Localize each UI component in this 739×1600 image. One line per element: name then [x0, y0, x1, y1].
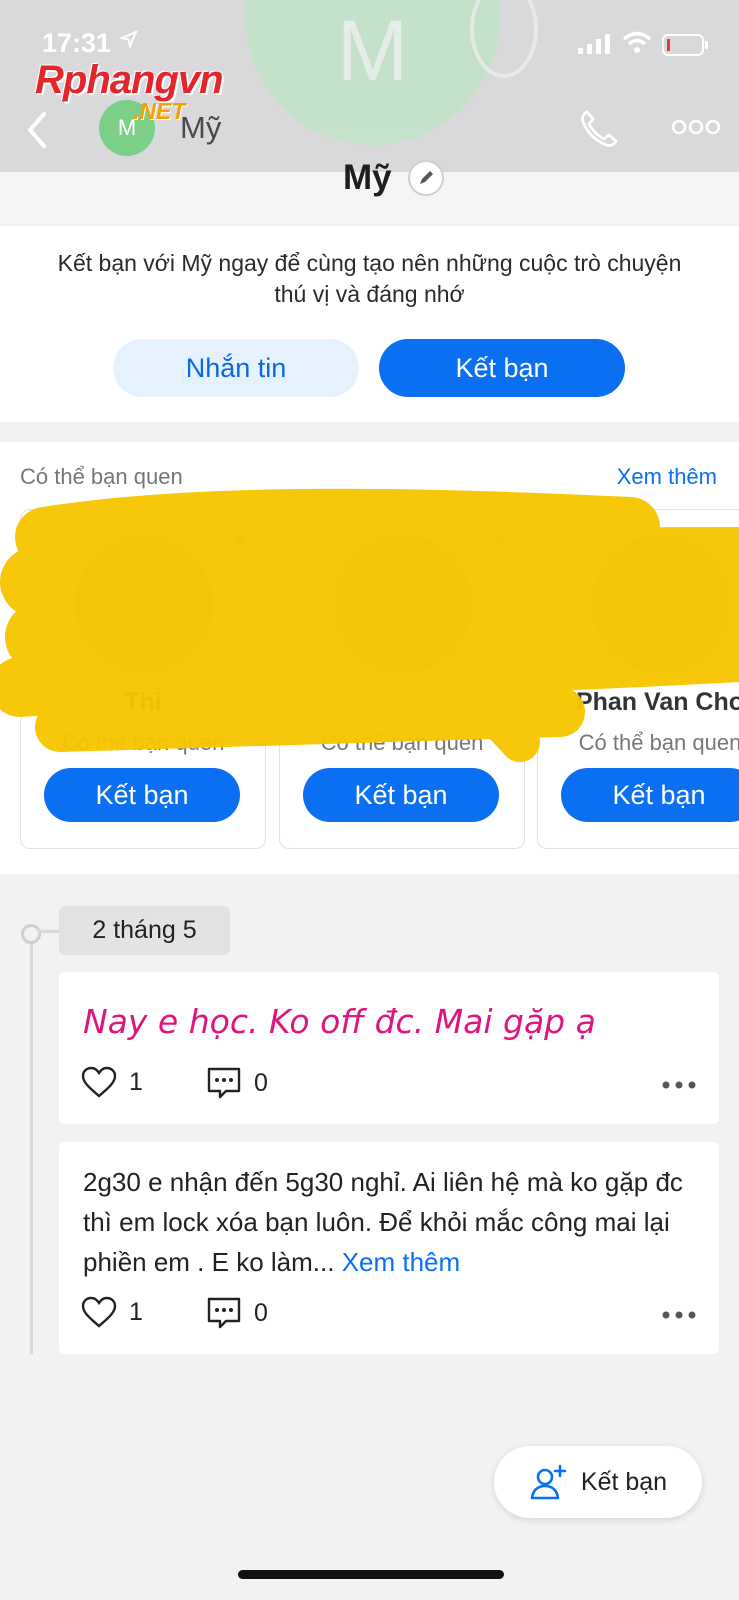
suggestion-subtitle: Có thể bạn quen [61, 730, 225, 755]
suggestion-card[interactable]: ✕ Phan Van Cho Có thể bạn quen Kết bạn [537, 509, 739, 849]
comment-icon [207, 1067, 241, 1099]
floating-add-friend-button[interactable]: Kết bạn [494, 1446, 702, 1518]
suggestions-section: Có thể bạn quen Xem thêm ✕ Thi Có thể bạ… [0, 442, 739, 874]
message-button[interactable]: Nhắn tin [113, 339, 359, 397]
like-button[interactable]: 1 [81, 1066, 143, 1098]
add-user-icon [530, 1464, 567, 1500]
location-arrow-icon [120, 30, 138, 48]
phone-icon[interactable] [578, 108, 620, 150]
watermark-logo-net: .NET [133, 98, 186, 124]
like-count: 1 [129, 1297, 143, 1326]
suggestions-title: Có thể bạn quen [20, 464, 183, 489]
wifi-icon [622, 31, 652, 53]
post-actions: 1 0 [81, 1296, 697, 1336]
suggestion-subtitle: Có thể bạn quen [578, 730, 739, 755]
close-icon[interactable]: ✕ [488, 524, 510, 555]
timeline-date: 2 tháng 5 [59, 906, 230, 955]
post-actions: 1 0 [81, 1066, 697, 1106]
add-friend-button[interactable]: Kết bạn [379, 339, 625, 397]
suggestion-name: Phan Van Cho [575, 688, 739, 716]
suggestion-add-button[interactable]: Kết bạn [561, 768, 739, 822]
comment-icon [207, 1297, 241, 1329]
home-indicator [238, 1570, 504, 1579]
post-card[interactable]: 2g30 e nhận đến 5g30 nghỉ. Ai liên hệ mà… [59, 1142, 719, 1354]
friend-prompt-card: Kết bạn với Mỹ ngay để cùng tạo nên nhữn… [0, 226, 739, 422]
post-text: Nay e học. Ko off đc. Mai gặp ạ [83, 1002, 596, 1041]
suggestions-see-more-link[interactable]: Xem thêm [617, 464, 717, 490]
back-button[interactable] [22, 110, 52, 150]
post-more-icon[interactable] [661, 1080, 697, 1090]
comment-button[interactable]: 0 [206, 1066, 268, 1100]
watermark-logo: Rphangvn .NET [35, 58, 224, 124]
suggestion-card[interactable]: ✕ Có thể bạn quen Kết bạn [279, 509, 525, 849]
close-icon[interactable]: ✕ [229, 524, 251, 555]
profile-name: Mỹ [343, 158, 392, 197]
post-card[interactable]: Nay e học. Ko off đc. Mai gặp ạ 1 0 [59, 972, 719, 1124]
like-button[interactable]: 1 [81, 1296, 143, 1328]
watermark-logo-text: Rphangvn [35, 58, 224, 102]
timeline-connector [38, 930, 60, 933]
heart-icon [81, 1296, 117, 1328]
suggestion-name: Thi [124, 688, 162, 716]
suggestion-card[interactable]: ✕ Thi Có thể bạn quen Kết bạn [20, 509, 266, 849]
signal-icon [578, 34, 610, 54]
like-count: 1 [129, 1067, 143, 1096]
floating-add-friend-label: Kết bạn [580, 1467, 668, 1496]
heart-icon [81, 1066, 117, 1098]
header-name: Mỹ [180, 110, 222, 145]
battery-icon [662, 34, 708, 56]
post-see-more-link[interactable]: Xem thêm [342, 1247, 461, 1277]
status-time: 17:31 [42, 28, 112, 58]
suggestion-avatar[interactable] [591, 534, 731, 674]
suggestion-avatar[interactable] [74, 534, 214, 674]
suggestion-add-button[interactable]: Kết bạn [303, 768, 499, 822]
cover-avatar-letter: M [336, 3, 409, 99]
more-options-icon[interactable] [672, 118, 720, 136]
comment-count: 0 [254, 1298, 268, 1327]
friend-prompt-message: Kết bạn với Mỹ ngay để cùng tạo nên nhữn… [57, 250, 682, 307]
post-text-block: 2g30 e nhận đến 5g30 nghỉ. Ai liên hệ mà… [83, 1162, 703, 1282]
comment-count: 0 [254, 1068, 268, 1097]
timeline-dot [21, 924, 41, 944]
edit-name-icon[interactable] [408, 160, 444, 196]
comment-button[interactable]: 0 [206, 1296, 268, 1330]
suggestion-add-button[interactable]: Kết bạn [44, 768, 240, 822]
suggestion-subtitle: Có thể bạn quen [320, 730, 484, 755]
suggestion-avatar[interactable] [333, 534, 473, 674]
timeline-line [30, 938, 33, 1354]
post-more-icon[interactable] [661, 1310, 697, 1320]
cover-avatar: M [245, 0, 500, 145]
